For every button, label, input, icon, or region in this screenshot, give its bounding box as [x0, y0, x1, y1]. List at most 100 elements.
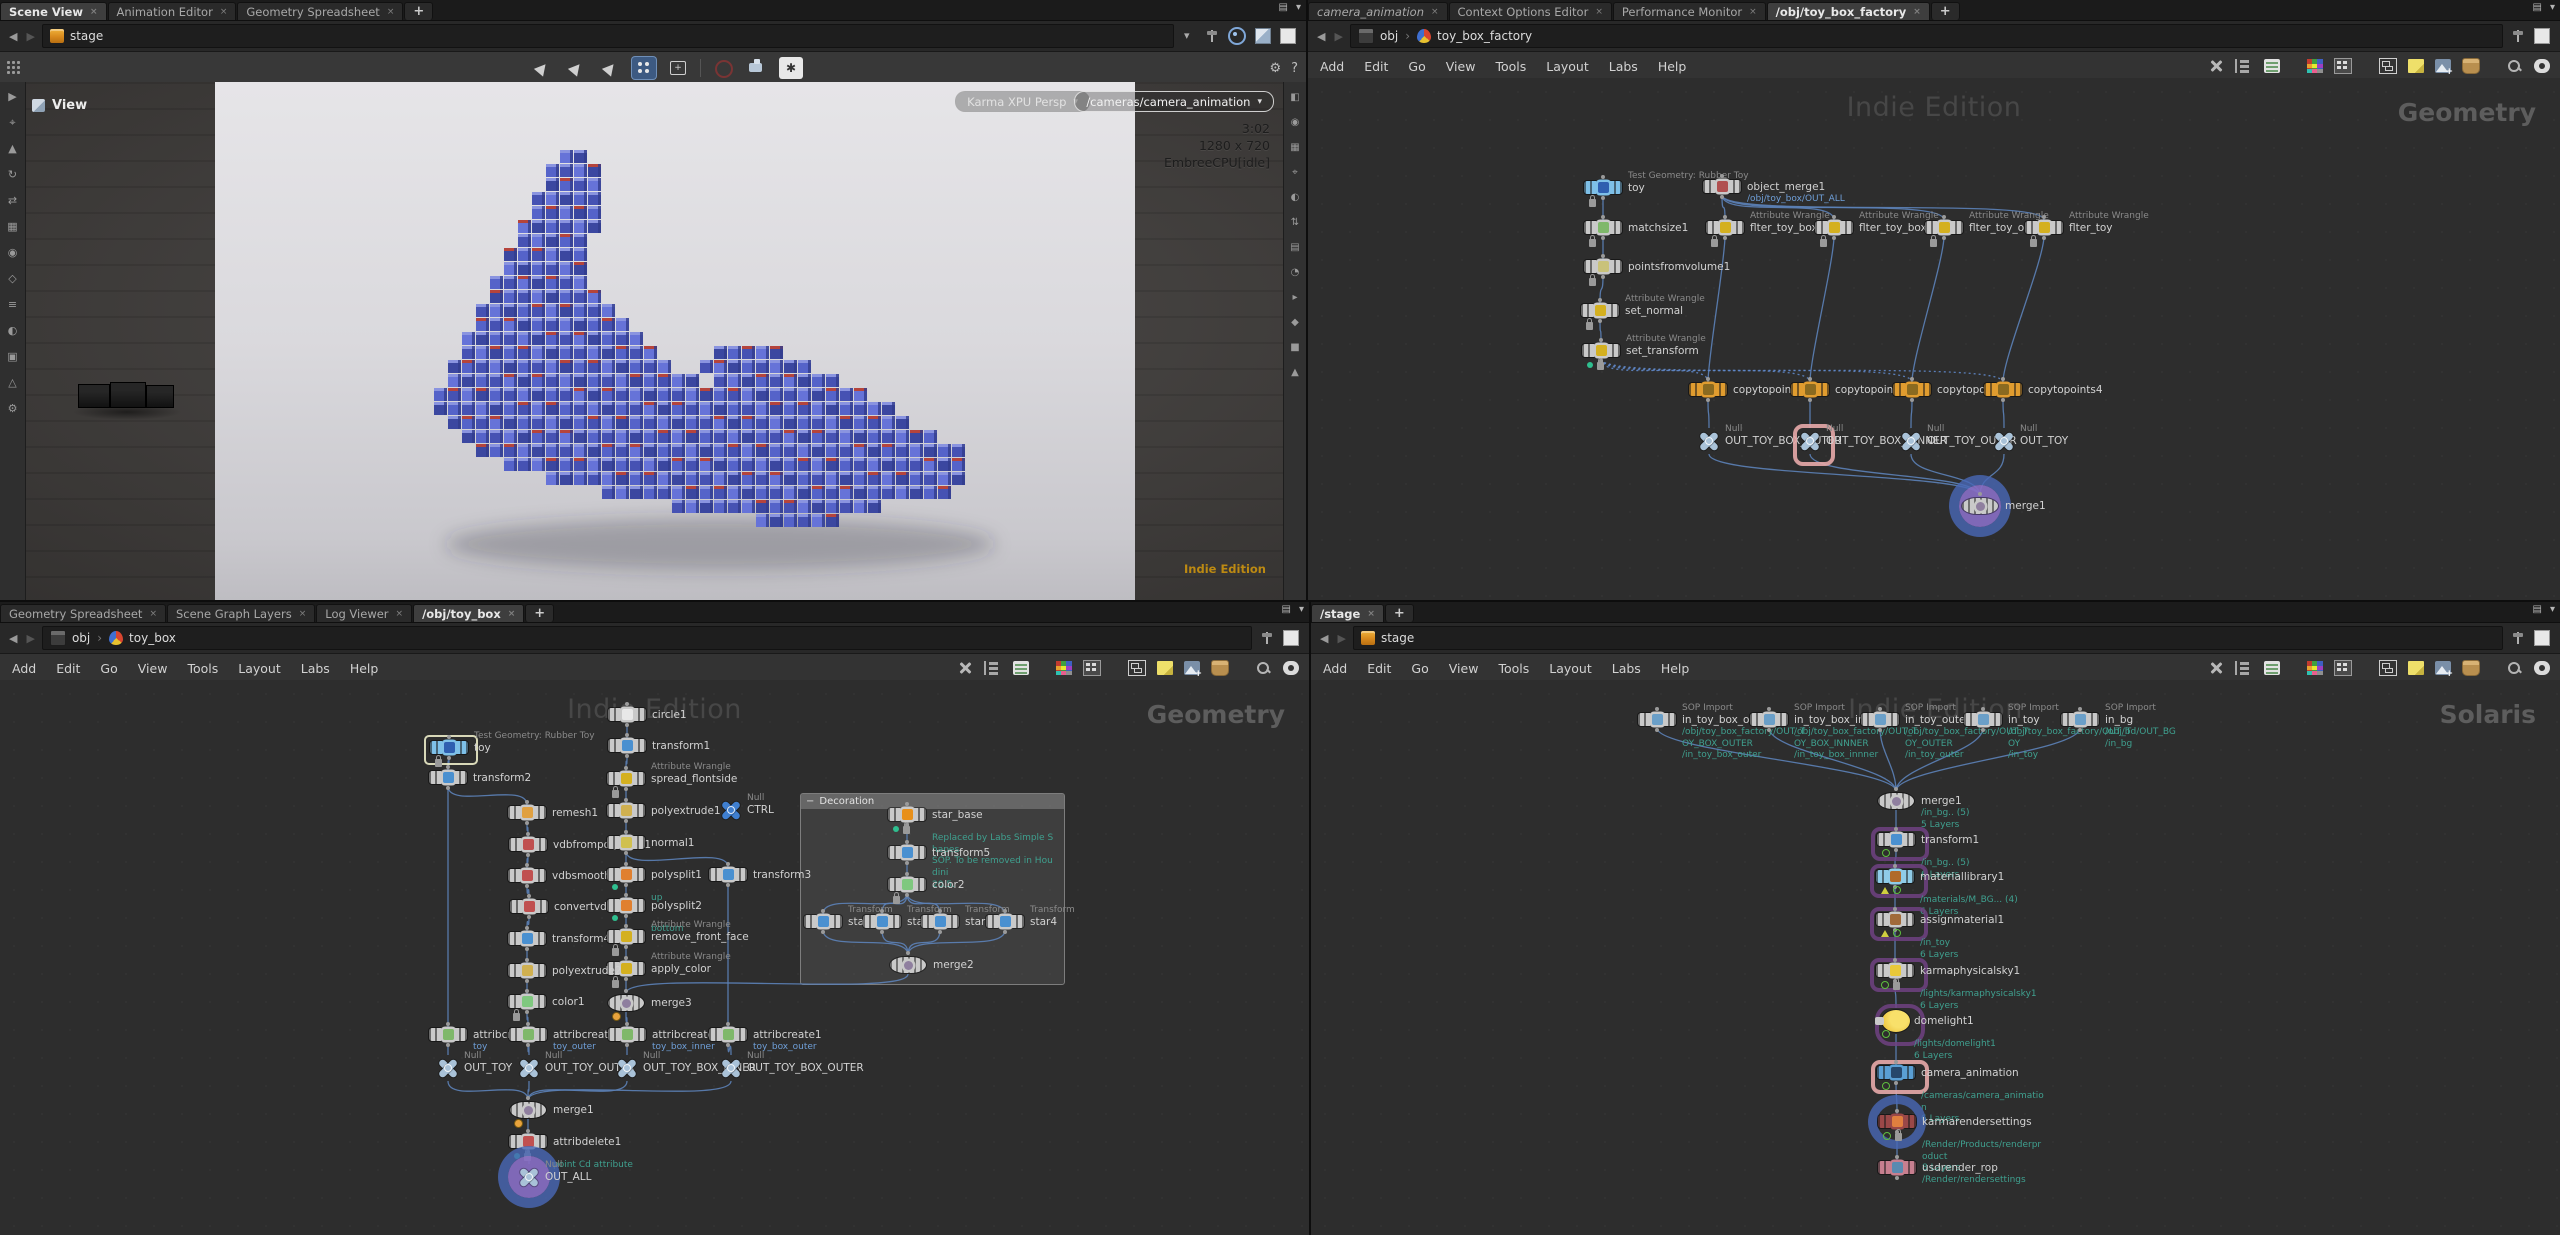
tab-close-icon[interactable]: × — [220, 7, 228, 17]
display-toggle-icon-10[interactable]: ■ — [1288, 340, 1303, 355]
view-tool[interactable] — [530, 57, 554, 79]
shelf-tool-icon-6[interactable]: ◉ — [4, 244, 21, 261]
cube-icon[interactable] — [1255, 28, 1271, 44]
tool-grid-icon[interactable] — [6, 60, 22, 76]
display-toggle-icon-9[interactable]: ◆ — [1288, 315, 1303, 330]
search-icon[interactable] — [2507, 59, 2523, 73]
gear-icon[interactable]: ⚙ — [1269, 61, 1281, 76]
back-button[interactable]: ◀ — [7, 30, 19, 43]
image-icon[interactable] — [2435, 661, 2451, 675]
shelf-tool-icon-0[interactable]: ▶ — [4, 88, 21, 105]
display-toggle-icon-1[interactable]: ◉ — [1288, 115, 1303, 130]
menu-layout[interactable]: Layout — [238, 661, 281, 676]
menu-add[interactable]: Add — [12, 661, 36, 676]
palette-icon[interactable] — [2307, 661, 2323, 675]
display-toggle-icon-5[interactable]: ⇅ — [1288, 215, 1303, 230]
tree-icon[interactable] — [984, 661, 1002, 675]
menu-help[interactable]: Help — [1661, 661, 1690, 676]
pane-maximize-icon[interactable]: ▤ — [1282, 604, 1291, 615]
menu-view[interactable]: View — [1449, 661, 1479, 676]
back-button[interactable]: ◀ — [7, 632, 19, 645]
menu-go[interactable]: Go — [100, 661, 117, 676]
tab-scene-view[interactable]: Scene View× — [0, 2, 107, 20]
pane-maximize-icon[interactable]: ▤ — [2533, 2, 2542, 13]
list-icon[interactable] — [1013, 661, 1029, 675]
display-toggle-icon-6[interactable]: ▤ — [1288, 240, 1303, 255]
shelf-tool-icon-12[interactable]: ⚙ — [4, 400, 21, 417]
note-icon[interactable] — [2408, 59, 2424, 73]
square-icon[interactable] — [1283, 630, 1299, 646]
shelf-tool-icon-9[interactable]: ◐ — [4, 322, 21, 339]
square-icon[interactable] — [2534, 28, 2550, 44]
menu-add[interactable]: Add — [1320, 59, 1344, 74]
display-toggle-icon-3[interactable]: ⌖ — [1288, 165, 1303, 180]
path-field[interactable]: stage — [1353, 626, 2503, 650]
grid-icon[interactable] — [1083, 660, 1101, 676]
pane-menu-icon[interactable]: ▾ — [2550, 2, 2555, 13]
menu-labs[interactable]: Labs — [301, 661, 330, 676]
path-field[interactable]: obj›toy_box — [42, 626, 1252, 650]
eye-icon[interactable] — [2534, 661, 2550, 675]
network-canvas-stage[interactable]: Indie EditionSolarisSOP Importin_toy_box… — [1311, 680, 2560, 1235]
shelf-tool-icon-7[interactable]: ◇ — [4, 270, 21, 287]
tab-geometry-spreadsheet[interactable]: Geometry Spreadsheet× — [0, 604, 166, 622]
list-icon[interactable] — [2264, 59, 2280, 73]
tab-log-viewer[interactable]: Log Viewer× — [316, 604, 412, 622]
pane-maximize-icon[interactable]: ▤ — [1279, 2, 1288, 13]
note-icon[interactable] — [1157, 661, 1173, 675]
tab-obj-toy-box-factory[interactable]: /obj/toy_box_factory× — [1767, 2, 1930, 20]
tab-scene-graph-layers[interactable]: Scene Graph Layers× — [167, 604, 315, 622]
display-options-button[interactable] — [779, 57, 803, 79]
shelf-tool-icon-11[interactable]: △ — [4, 374, 21, 391]
pin-icon[interactable] — [2511, 631, 2525, 645]
tab-close-icon[interactable]: × — [508, 609, 516, 619]
display-toggle-icon-2[interactable]: ▦ — [1288, 140, 1303, 155]
menu-add[interactable]: Add — [1323, 661, 1347, 676]
grid-icon[interactable] — [2334, 58, 2352, 74]
pane-menu-icon[interactable]: ▾ — [1299, 604, 1304, 615]
tab-close-icon[interactable]: × — [299, 609, 307, 619]
path-field[interactable]: stage — [42, 24, 1174, 48]
tree-icon[interactable] — [2235, 59, 2253, 73]
path-field[interactable]: obj›toy_box_factory — [1350, 24, 2503, 48]
shelf-tool-icon-3[interactable]: ↻ — [4, 166, 21, 183]
forward-button[interactable]: ▶ — [1335, 632, 1347, 645]
palette-icon[interactable] — [1056, 661, 1072, 675]
menu-layout[interactable]: Layout — [1546, 59, 1589, 74]
pane-menu-icon[interactable]: ▾ — [1296, 2, 1301, 13]
pane-maximize-icon[interactable]: ▤ — [2533, 604, 2542, 615]
display-toggle-icon-11[interactable]: ▲ — [1288, 365, 1303, 380]
menu-help[interactable]: Help — [350, 661, 379, 676]
renderer-selector[interactable]: Karma XPU Persp ▾ — [955, 91, 1090, 112]
network-canvas-toybox[interactable]: Indie EditionGeometryDecorationcircle1Te… — [0, 680, 1309, 1235]
display-toggle-icon-0[interactable]: ◧ — [1288, 90, 1303, 105]
tab-close-icon[interactable]: × — [90, 7, 98, 17]
help-icon[interactable]: ? — [1291, 61, 1298, 76]
tab-camera-animation[interactable]: camera_animation× — [1308, 2, 1448, 20]
menu-go[interactable]: Go — [1411, 661, 1428, 676]
menu-edit[interactable]: Edit — [56, 661, 80, 676]
menu-edit[interactable]: Edit — [1367, 661, 1391, 676]
tab-close-icon[interactable]: × — [1431, 7, 1439, 17]
basket-icon[interactable] — [2462, 58, 2480, 74]
windows-icon[interactable] — [1128, 660, 1146, 676]
square-icon[interactable] — [2534, 630, 2550, 646]
list-icon[interactable] — [2264, 661, 2280, 675]
target-icon[interactable] — [1228, 27, 1246, 45]
pin-icon[interactable] — [1205, 29, 1219, 43]
menu-tools[interactable]: Tools — [1495, 59, 1526, 74]
select-tool[interactable] — [564, 57, 588, 79]
network-canvas-factory[interactable]: Indie EditionGeometryTest Geometry: Rubb… — [1308, 78, 2560, 600]
caret-icon[interactable] — [1182, 29, 1196, 43]
tree-icon[interactable] — [2235, 661, 2253, 675]
tab-close-icon[interactable]: × — [396, 609, 404, 619]
menu-help[interactable]: Help — [1658, 59, 1687, 74]
pane-menu-icon[interactable]: ▾ — [2550, 604, 2555, 615]
tab-close-icon[interactable]: × — [149, 609, 157, 619]
breadcrumb-stage[interactable]: stage — [50, 29, 103, 43]
tab-close-icon[interactable]: × — [1749, 7, 1757, 17]
new-tab-button[interactable]: + — [404, 2, 433, 20]
image-icon[interactable] — [2435, 59, 2451, 73]
menu-go[interactable]: Go — [1408, 59, 1425, 74]
forward-button[interactable]: ▶ — [24, 632, 36, 645]
